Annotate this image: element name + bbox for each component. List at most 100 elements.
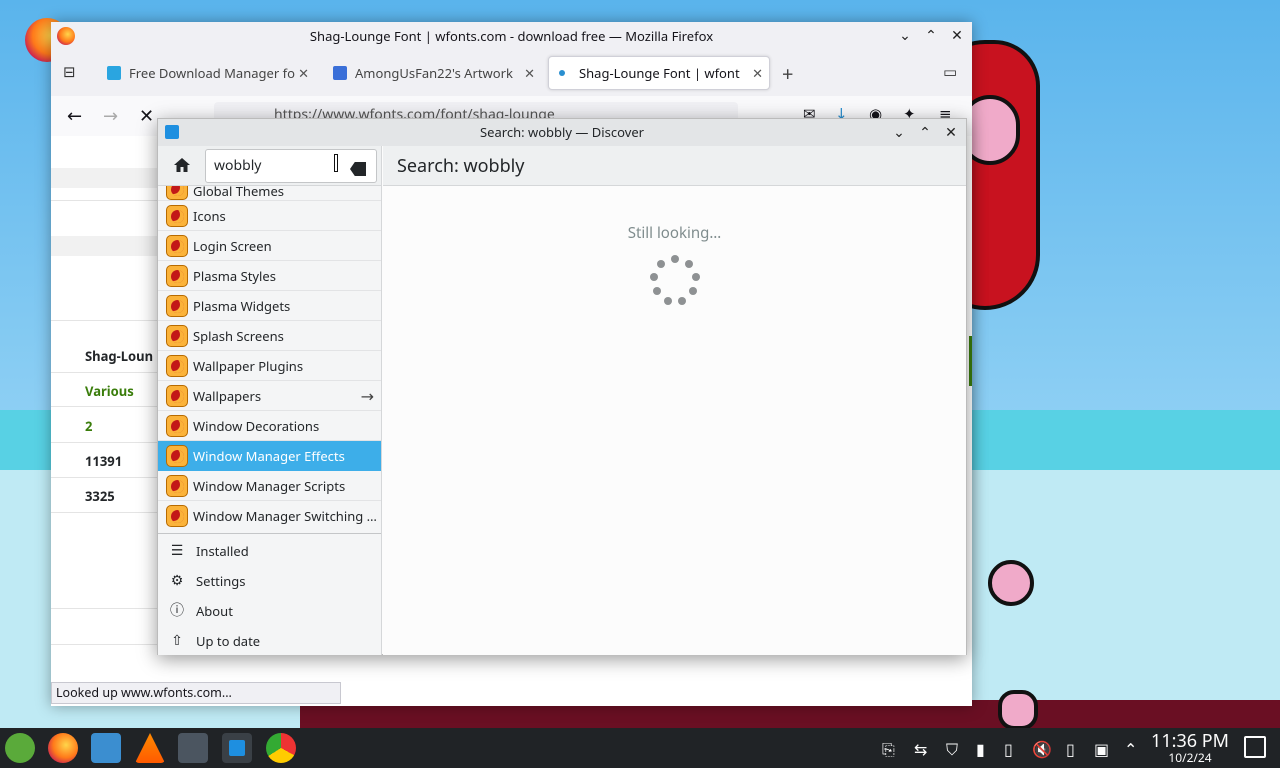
new-tab-button[interactable]: + (782, 60, 793, 87)
shield-icon[interactable]: ⛉ (946, 738, 958, 760)
text-cursor-icon (334, 154, 338, 172)
minimize-button[interactable]: ⌄ (898, 22, 912, 50)
volume-muted-icon[interactable]: 🔇 (1032, 738, 1052, 760)
category-icon (166, 324, 188, 347)
category-item-window-manager-switching[interactable]: Window Manager Switching … (158, 501, 381, 531)
category-item-wallpaper-plugins[interactable]: Wallpaper Plugins (158, 351, 381, 381)
firefox-window-title: Shag-Lounge Font | wfonts.com - download… (309, 27, 714, 45)
list-icon: ☰ (170, 541, 184, 560)
installed-button[interactable]: ☰ Installed (158, 536, 381, 566)
category-label: Plasma Widgets (193, 296, 291, 315)
tab-shag-lounge[interactable]: Shag-Lounge Font | wfont ✕ (548, 56, 770, 90)
divider (51, 442, 161, 443)
category-item-window-manager-effects[interactable]: Window Manager Effects (158, 441, 381, 471)
up-to-date-button[interactable]: ⇧ Up to date (158, 626, 381, 655)
category-item-window-decorations[interactable]: Window Decorations (158, 411, 381, 441)
firefox-titlebar[interactable]: Shag-Lounge Font | wfonts.com - download… (51, 22, 972, 50)
discover-taskbar-icon[interactable] (222, 733, 252, 763)
category-label: Wallpapers (193, 386, 262, 405)
page-scroll-marker (969, 336, 972, 386)
loading-status: Still looking… (627, 223, 722, 243)
firefox-taskbar-icon[interactable] (48, 733, 78, 763)
clipboard-icon[interactable]: ⎘ (882, 738, 895, 760)
notes-icon[interactable]: ▮ (976, 738, 985, 760)
discover-icon (229, 740, 245, 756)
category-icon (166, 204, 188, 227)
status-panel: Looked up www.wfonts.com... (51, 682, 341, 704)
category-icon (166, 186, 188, 200)
info-icon: ⓘ (170, 601, 184, 620)
wallpaper-character-foot (998, 690, 1038, 728)
category-label: Plasma Styles (193, 266, 276, 285)
app-menu-icon[interactable] (5, 733, 35, 763)
discover-app-icon (165, 125, 179, 139)
settings-button[interactable]: ⚙ Settings (158, 566, 381, 596)
system-settings-icon[interactable] (178, 733, 208, 763)
close-button[interactable]: ✕ (950, 22, 964, 50)
tab-loading-icon (559, 70, 565, 76)
maximize-button[interactable]: ⌃ (924, 22, 938, 50)
battery-icon[interactable]: ▯ (1066, 738, 1075, 760)
tab-label: AmongUsFan22's Artwork (355, 64, 513, 82)
clear-search-icon[interactable] (350, 162, 366, 176)
network-icon[interactable]: ⇆ (914, 738, 927, 760)
busy-spinner-icon (649, 255, 701, 307)
category-item-plasma-widgets[interactable]: Plasma Widgets (158, 291, 381, 321)
category-item-window-manager-scripts[interactable]: Window Manager Scripts (158, 471, 381, 501)
sidebar-separator (158, 533, 381, 534)
minimize-button[interactable]: ⌄ (892, 119, 906, 146)
action-label: Settings (196, 572, 246, 590)
category-icon (166, 414, 188, 437)
divider (51, 608, 161, 609)
tab-amongusfan[interactable]: AmongUsFan22's Artwork ✕ (323, 56, 541, 90)
divider (51, 372, 161, 373)
tab-close-icon[interactable]: ✕ (298, 64, 309, 82)
maximize-button[interactable]: ⌃ (918, 119, 932, 146)
clock[interactable]: 11:36 PM 10/2/24 (1150, 731, 1230, 765)
search-input-value: wobbly (214, 156, 262, 175)
file-manager-icon[interactable] (91, 733, 121, 763)
category-item-plasma-styles[interactable]: Plasma Styles (158, 261, 381, 291)
category-label: Wallpaper Plugins (193, 356, 304, 375)
gear-icon: ⚙ (170, 571, 184, 590)
discover-window-title: Search: wobbly — Discover (479, 123, 645, 141)
stop-button[interactable]: ✕ (139, 104, 154, 128)
category-item-login-screen[interactable]: Login Screen (158, 231, 381, 261)
category-item-wallpapers[interactable]: Wallpapers → (158, 381, 381, 411)
display-icon[interactable]: ▣ (1094, 738, 1109, 760)
divider (51, 512, 161, 513)
tab-free-download-manager[interactable]: Free Download Manager fo ✕ (97, 56, 315, 90)
close-button[interactable]: ✕ (944, 119, 958, 146)
category-label: Icons (193, 206, 226, 225)
category-icon (166, 384, 188, 407)
firefox-icon (57, 27, 75, 45)
list-tabs-icon[interactable]: ▭ (943, 62, 957, 82)
show-desktop-button[interactable] (1244, 736, 1266, 758)
device-icon[interactable]: ▯ (1004, 738, 1013, 760)
category-item-icons[interactable]: Icons (158, 201, 381, 231)
about-button[interactable]: ⓘ About (158, 596, 381, 626)
search-input[interactable]: wobbly (205, 149, 377, 183)
discover-titlebar[interactable]: Search: wobbly — Discover ⌄ ⌃ ✕ (158, 119, 966, 146)
category-item-global-themes[interactable]: Global Themes (158, 186, 381, 201)
divider (51, 644, 161, 645)
category-icon (166, 294, 188, 317)
category-item-splash-screens[interactable]: Splash Screens (158, 321, 381, 351)
back-button[interactable]: ← (67, 104, 82, 128)
tab-close-icon[interactable]: ✕ (752, 64, 763, 82)
divider (51, 406, 161, 407)
font-files: 2 (85, 417, 93, 435)
category-label: Splash Screens (193, 326, 284, 345)
forward-button[interactable]: → (103, 104, 118, 128)
sidebar-toolbar: wobbly (158, 146, 381, 186)
page-title: Search: wobbly (383, 146, 966, 186)
chrome-icon[interactable] (266, 733, 296, 763)
category-icon (166, 474, 188, 497)
font-author[interactable]: Various (85, 382, 134, 400)
home-button[interactable] (170, 156, 194, 176)
chevron-up-icon[interactable]: ⌃ (1124, 738, 1137, 760)
page-strip (51, 236, 161, 256)
tab-overview-icon[interactable]: ⊟ (63, 62, 76, 82)
tab-close-icon[interactable]: ✕ (524, 64, 535, 82)
vlc-icon[interactable] (135, 733, 165, 763)
